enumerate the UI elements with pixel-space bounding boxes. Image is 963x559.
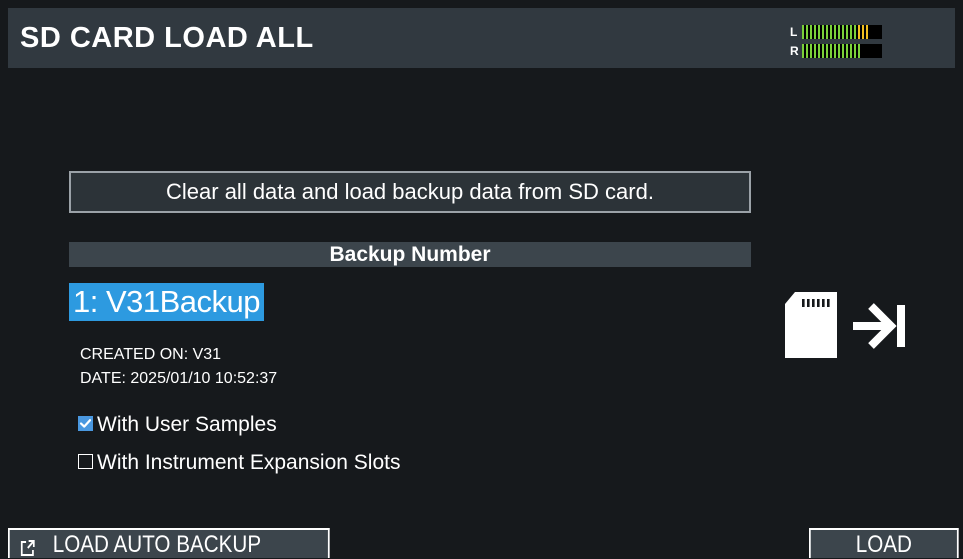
right-meter-level <box>802 44 862 58</box>
page-title: SD CARD LOAD ALL <box>20 22 314 54</box>
load-auto-backup-label: LOAD AUTO BACKUP <box>52 531 262 558</box>
level-meters: L R <box>790 18 890 66</box>
open-window-icon <box>20 535 35 556</box>
option-with-expansion-slots[interactable]: With Instrument Expansion Slots <box>78 451 400 475</box>
option-label: With Instrument Expansion Slots <box>97 451 401 474</box>
left-meter-label: L <box>790 25 798 39</box>
backup-number-value[interactable]: 1: V31Backup <box>69 283 265 321</box>
left-meter-level <box>802 25 858 39</box>
created-on-text: CREATED ON: V31 <box>80 346 222 363</box>
right-meter-bar <box>802 44 882 58</box>
left-meter-bar <box>802 25 882 39</box>
option-with-user-samples[interactable]: With User Samples <box>78 413 277 437</box>
backup-number-header: Backup Number <box>69 242 751 267</box>
left-meter: L <box>790 24 890 40</box>
load-button[interactable]: LOAD <box>809 528 959 558</box>
date-text: DATE: 2025/01/10 10:52:37 <box>80 370 278 387</box>
right-meter: R <box>790 43 890 59</box>
option-label: With User Samples <box>97 413 277 436</box>
right-meter-label: R <box>790 44 799 58</box>
sd-card-icon <box>785 292 837 358</box>
load-auto-backup-button[interactable]: LOAD AUTO BACKUP <box>8 528 330 558</box>
screen: SD CARD LOAD ALL L R Clear all data and … <box>0 0 963 559</box>
checkbox-unchecked-icon[interactable] <box>78 453 93 469</box>
left-meter-peak <box>858 25 870 39</box>
load-arrow-icon <box>853 303 905 349</box>
checkbox-checked-icon[interactable] <box>78 415 93 431</box>
header-bar: SD CARD LOAD ALL L R <box>8 8 955 68</box>
message-box: Clear all data and load backup data from… <box>69 171 751 213</box>
